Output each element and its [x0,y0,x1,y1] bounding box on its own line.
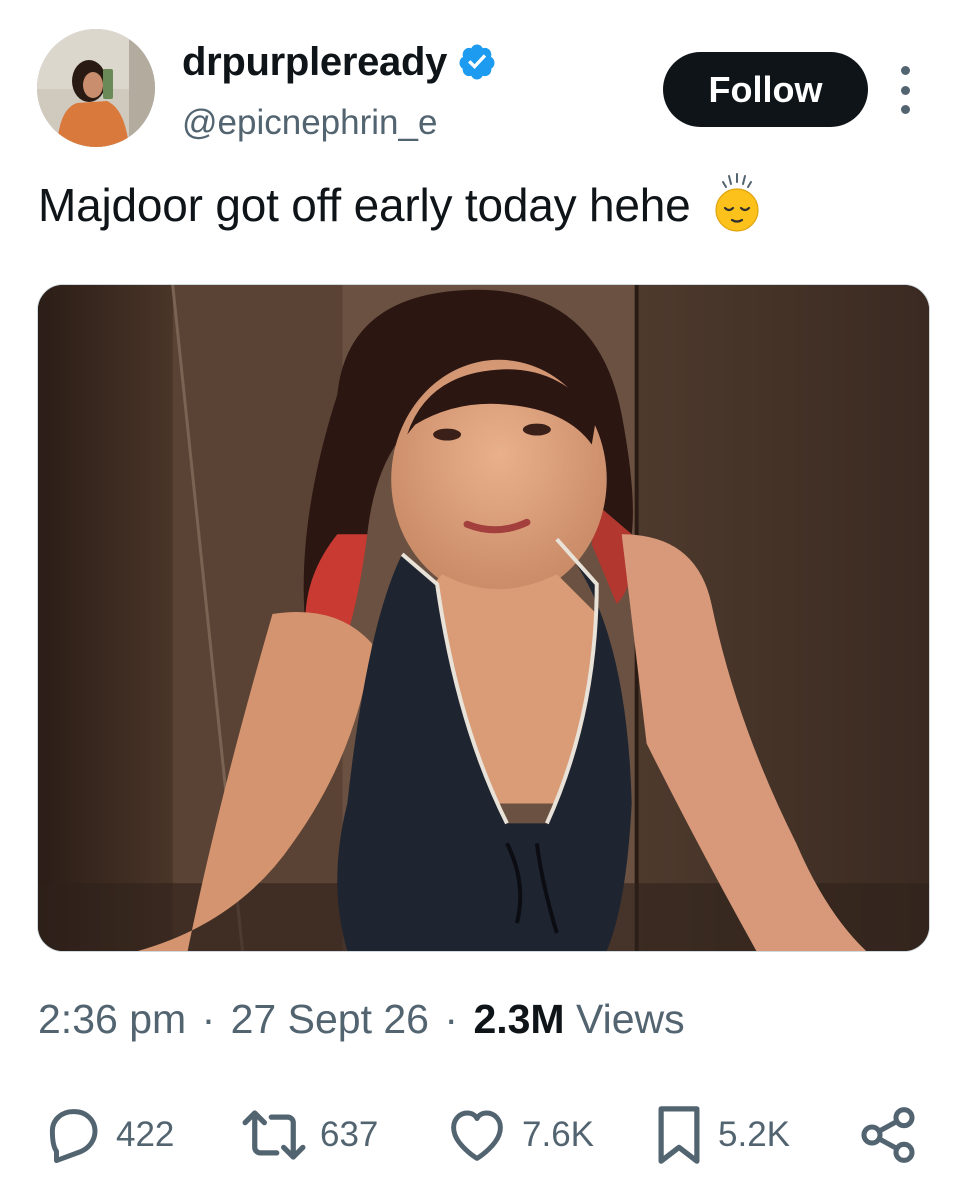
action-bar: 422 637 7.6K 5.2K [40,1100,926,1170]
meta-separator: · [201,996,216,1042]
repost-icon [242,1110,306,1160]
display-name[interactable]: drpurpleready [182,38,447,86]
like-count: 7.6K [522,1115,594,1154]
tweet-date[interactable]: 27 Sept 26 [231,996,429,1042]
like-button[interactable]: 7.6K [442,1100,594,1170]
tweet-text: Majdoor got off early today hehe [38,179,691,231]
more-vertical-icon[interactable] [890,66,920,114]
bookmark-button[interactable]: 5.2K [650,1100,790,1170]
verified-badge-icon [459,44,495,80]
like-icon [451,1110,503,1161]
tweet-photo[interactable] [37,284,930,952]
tweet-meta: 2:36 pm · 27 Sept 26 · 2.3M Views [38,993,685,1045]
views-label: Views [576,996,685,1042]
avatar[interactable] [37,29,155,147]
bookmark-count: 5.2K [718,1115,790,1154]
author-name-row: drpurpleready [182,38,497,86]
share-button[interactable] [856,1100,920,1170]
tweet-card: drpurpleready @epicnephrin_e Follow Majd… [0,0,966,1200]
tweet-time[interactable]: 2:36 pm [38,996,186,1042]
follow-button[interactable]: Follow [663,52,868,127]
bookmark-icon [658,1106,700,1164]
repost-button[interactable]: 637 [238,1100,378,1170]
reply-button[interactable]: 422 [40,1100,174,1170]
meta-separator: · [444,996,459,1042]
tweet-text-row: Majdoor got off early today hehe [38,172,763,240]
repost-count: 637 [320,1115,379,1154]
author-handle[interactable]: @epicnephrin_e [182,102,437,144]
views-count: 2.3M [473,996,565,1042]
pensive-face-emoji-icon [715,172,759,232]
share-icon [861,1107,915,1163]
reply-count: 422 [116,1115,175,1154]
reply-icon [49,1109,98,1164]
